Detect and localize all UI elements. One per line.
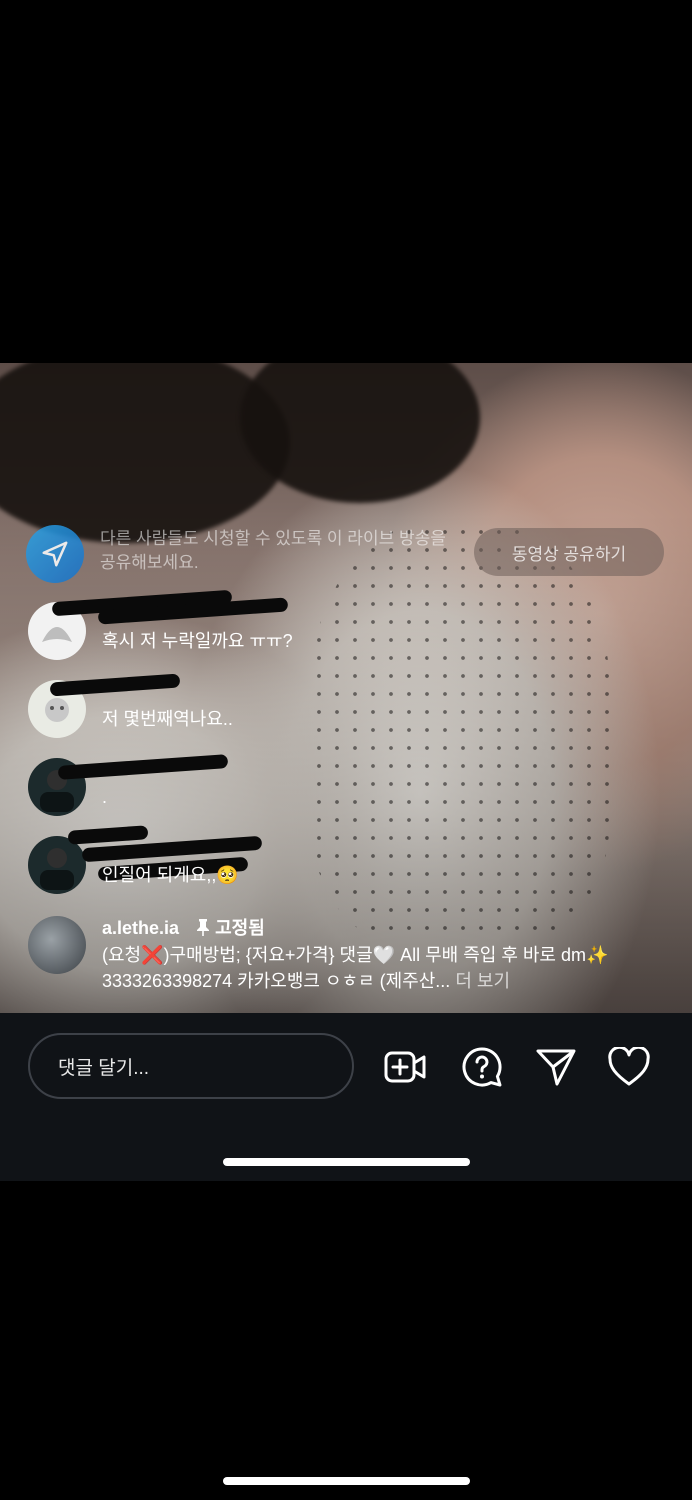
send-icon[interactable] xyxy=(532,1043,580,1091)
pinned-comment-body: (요청❌)구매방법; {저요+가격} 댓글🤍 All 무배 즉입 후 바로 dm… xyxy=(102,942,662,994)
comment-text: 혹시 저 누락일까요 ㅠㅠ? xyxy=(102,631,293,651)
bottom-bar: 댓글 달기... xyxy=(0,1013,692,1181)
home-indicator[interactable] xyxy=(223,1477,470,1485)
paper-plane-icon xyxy=(26,525,84,583)
comment-item: 저 몇번째역나요.. xyxy=(28,673,668,740)
avatar[interactable] xyxy=(28,916,86,974)
more-link[interactable]: 더 보기 xyxy=(455,971,510,991)
pin-icon xyxy=(196,918,215,938)
avatar[interactable] xyxy=(28,836,86,894)
comment-input[interactable]: 댓글 달기... xyxy=(28,1033,354,1099)
question-bubble-icon[interactable] xyxy=(458,1043,506,1091)
comment-text: 인질어 되게요,,🥺 xyxy=(102,865,239,885)
comment-item: 인질어 되게요,,🥺 xyxy=(28,825,668,896)
pinned-comment: a.lethe.ia 고정됨 (요청❌)구매방법; {저요+가격} 댓글🤍 Al… xyxy=(28,916,668,1006)
comment-item: 혹시 저 누락일까요 ㅠㅠ? xyxy=(28,589,668,662)
redaction-mark xyxy=(57,754,229,780)
share-video-button[interactable]: 동영상 공유하기 xyxy=(474,528,664,576)
pinned-comment-text: (요청❌)구매방법; {저요+가격} 댓글🤍 All 무배 즉입 후 바로 dm… xyxy=(102,945,609,991)
comment-text: . xyxy=(102,787,108,807)
pinned-comment-header: a.lethe.ia 고정됨 xyxy=(102,916,265,940)
heart-icon[interactable] xyxy=(605,1043,653,1091)
pinned-username[interactable]: a.lethe.ia xyxy=(102,918,179,938)
comment-item: . xyxy=(28,754,668,818)
add-video-icon[interactable] xyxy=(382,1043,430,1091)
share-banner-text: 다른 사람들도 시청할 수 있도록 이 라이브 방송을 공유해보세요. xyxy=(100,529,446,572)
home-indicator[interactable] xyxy=(223,1158,470,1166)
comment-text: 저 몇번째역나요.. xyxy=(102,709,233,729)
pinned-label: 고정됨 xyxy=(215,918,265,938)
share-banner: 다른 사람들도 시청할 수 있도록 이 라이브 방송을 공유해보세요. 동영상 … xyxy=(26,525,666,585)
